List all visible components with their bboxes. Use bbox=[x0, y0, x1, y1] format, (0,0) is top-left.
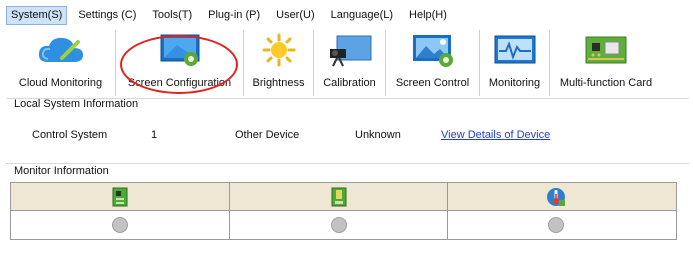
column-divider bbox=[229, 183, 230, 239]
menu-tools[interactable]: Tools(T) bbox=[147, 6, 197, 25]
other-device-label: Other Device bbox=[235, 129, 300, 141]
multi-function-card-label: Multi-function Card bbox=[559, 77, 653, 89]
menu-plugin[interactable]: Plug-in (P) bbox=[203, 6, 265, 25]
cloud-monitoring-label: Cloud Monitoring bbox=[18, 77, 103, 89]
monitoring-icon bbox=[489, 33, 541, 67]
control-system-label: Control System bbox=[32, 129, 108, 141]
monitor-divider bbox=[6, 163, 689, 164]
other-device-value: Unknown bbox=[355, 129, 401, 141]
cloud-monitoring-button[interactable]: Cloud Monitoring bbox=[6, 30, 116, 96]
monitoring-button[interactable]: Monitoring bbox=[480, 30, 550, 96]
sun-icon bbox=[253, 33, 305, 67]
screen-control-icon bbox=[407, 33, 459, 67]
status-indicator bbox=[548, 217, 564, 233]
green-module-icon bbox=[329, 187, 349, 207]
multi-function-card-button[interactable]: Multi-function Card bbox=[550, 30, 662, 96]
menu-user[interactable]: User(U) bbox=[271, 6, 320, 25]
control-system-value: 1 bbox=[151, 129, 158, 141]
column-divider bbox=[447, 183, 448, 239]
menu-bar: System(S) Settings (C) Tools(T) Plug-in … bbox=[6, 5, 458, 26]
calibration-button[interactable]: Calibration bbox=[314, 30, 386, 96]
view-details-link[interactable]: View Details of Device bbox=[441, 129, 550, 141]
menu-system[interactable]: System(S) bbox=[6, 6, 68, 25]
screen-control-button[interactable]: Screen Control bbox=[386, 30, 480, 96]
local-system-info-row: Control System 1 Other Device Unknown Vi… bbox=[0, 129, 693, 143]
menu-help[interactable]: Help(H) bbox=[404, 6, 452, 25]
circuit-card-icon bbox=[580, 33, 632, 67]
calibration-label: Calibration bbox=[323, 77, 376, 89]
status-indicator bbox=[112, 217, 128, 233]
local-system-title: Local System Information bbox=[14, 98, 139, 110]
green-card-icon bbox=[110, 187, 130, 207]
cloud-icon bbox=[35, 33, 87, 67]
toolbar: Cloud Monitoring Screen Configuration Br… bbox=[6, 30, 689, 96]
brightness-button[interactable]: Brightness bbox=[244, 30, 314, 96]
thermometer-icon bbox=[546, 187, 566, 207]
screen-control-label: Screen Control bbox=[395, 77, 470, 89]
menu-settings[interactable]: Settings (C) bbox=[73, 6, 141, 25]
monitor-info-title: Monitor Information bbox=[14, 165, 109, 177]
camera-icon bbox=[324, 33, 376, 67]
brightness-label: Brightness bbox=[252, 77, 305, 89]
highlight-ellipse bbox=[120, 35, 238, 94]
monitoring-label: Monitoring bbox=[488, 77, 541, 89]
status-indicator bbox=[331, 217, 347, 233]
monitor-table bbox=[10, 182, 677, 240]
menu-language[interactable]: Language(L) bbox=[326, 6, 398, 25]
